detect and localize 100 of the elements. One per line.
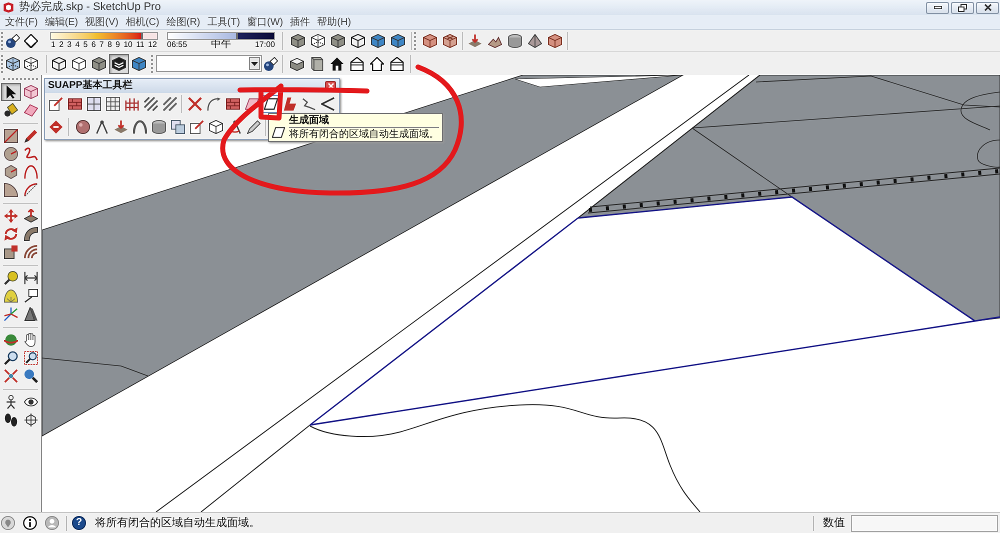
zoom-extents-icon [4,369,18,383]
toolbar-button[interactable] [21,225,41,243]
axes-icon [4,307,18,321]
help-icon[interactable]: ? [72,516,86,530]
protractor-icon [4,289,18,303]
toolbar-button[interactable] [103,95,122,113]
eye-icon [24,395,38,409]
month-label: 10 [124,40,132,50]
menu-item[interactable]: 工具(T) [207,16,240,28]
user-avatar-icon[interactable] [45,516,59,530]
wireframe-cube-icon [351,34,365,48]
pen-icon [246,120,260,134]
toolbar-button[interactable] [1,269,21,287]
menu-item[interactable]: 视图(V) [85,16,118,28]
toolbar-button[interactable] [244,118,263,136]
restore-button[interactable] [951,2,974,14]
arch-icon [132,120,146,134]
angled-block-icon [282,97,296,111]
grid-cube-icon [443,34,457,48]
dimension-icon [24,271,38,285]
toolbar-button[interactable] [46,95,65,113]
close-icon [984,4,992,11]
footprints-icon [4,413,18,427]
toolbar-button[interactable] [130,118,149,136]
dropdown-arrow-icon [251,62,258,66]
toolbar-button[interactable] [1,349,21,367]
freehand-curve-icon [24,147,38,161]
window-frame-icon [86,97,100,111]
month-label: 9 [116,40,120,50]
info-icon[interactable] [23,516,37,530]
measurements-field[interactable] [851,514,998,532]
toolbar-button[interactable] [21,349,41,367]
pyramid-icon [528,34,542,48]
toolbar-button[interactable] [1,83,21,101]
cube-icon [132,56,146,70]
overlapping-squares-icon [170,120,184,134]
menu-item[interactable]: 帮助(H) [317,16,352,28]
toolbar-grip[interactable] [1,32,4,50]
toolbar-button[interactable] [318,95,337,113]
toolbar-grip[interactable] [414,32,417,50]
house-outline-icon [370,56,384,70]
toolbar-button[interactable] [1,181,21,199]
month-label: 12 [148,40,157,50]
toolbar-button[interactable] [149,118,168,136]
cube-icon [548,34,562,48]
cylinder-icon [152,120,166,134]
map-pin-icon[interactable] [1,516,15,530]
sunrise-time: 06:55 [167,40,188,50]
month-label: 6 [91,40,96,50]
month-label: 5 [83,40,88,50]
menu-item[interactable]: 文件(F) [5,16,38,28]
toolbar-grip[interactable] [151,54,154,72]
orbit-icon [4,333,18,347]
scale-icon [4,245,18,259]
menu-item[interactable]: 窗口(W) [247,16,284,28]
menu-item[interactable]: 编辑(E) [44,16,78,28]
close-button[interactable] [976,2,999,14]
toolbar-button[interactable] [187,118,206,136]
month-label: 7 [99,40,104,50]
dropdown-button[interactable] [249,57,260,70]
toolbar-button[interactable] [204,95,223,113]
angle-lines-icon [320,97,334,111]
sphere-and-tile-icon [264,56,278,70]
toolbar-button[interactable] [1,127,21,145]
zoom-window-icon [24,351,38,365]
parallelogram-icon [272,126,285,139]
crosshair-icon [24,413,38,427]
cube-outline-icon [208,120,222,134]
toolbar-button[interactable] [21,207,41,225]
minimize-button[interactable] [926,2,949,14]
fence-icon [124,97,138,111]
translucent-cube-icon [6,56,20,70]
toolbar-button[interactable] [168,118,187,136]
toolbar-grip[interactable] [1,54,4,72]
cube-icon [331,34,345,48]
sunset-time: 17:00 [254,40,275,50]
toolbar-button[interactable] [73,118,92,136]
brick-wall-icon [68,97,82,111]
toolbar-button[interactable] [1,145,21,163]
arrow-cursor-icon [4,85,18,99]
menu-item[interactable]: 绘图(R) [166,16,200,28]
eraser-icon [24,103,38,117]
toolbar-button[interactable] [141,95,160,113]
toolbar-button[interactable] [109,54,129,74]
date-slider-track[interactable] [50,32,158,40]
tooltip-description: 将所有闭合的区域自动生成面域。 [289,129,439,140]
toolbar-button[interactable] [206,118,225,136]
menu-item[interactable]: 插件 [290,16,310,28]
toolbar-grip[interactable] [3,78,38,81]
pencil-icon [24,129,38,143]
rotate-arrows-icon [4,227,18,241]
arc-icon [24,183,38,197]
month-label: 1 [51,40,56,50]
polyline-icon [302,97,316,111]
menu-item[interactable]: 相机(C) [125,16,160,28]
diagonal-stripes-icon [162,97,176,111]
time-slider-track[interactable] [167,32,275,40]
toolbar-button[interactable] [84,95,103,113]
diamond-outline-icon [24,34,38,48]
down-arrow-box-icon [114,120,128,134]
